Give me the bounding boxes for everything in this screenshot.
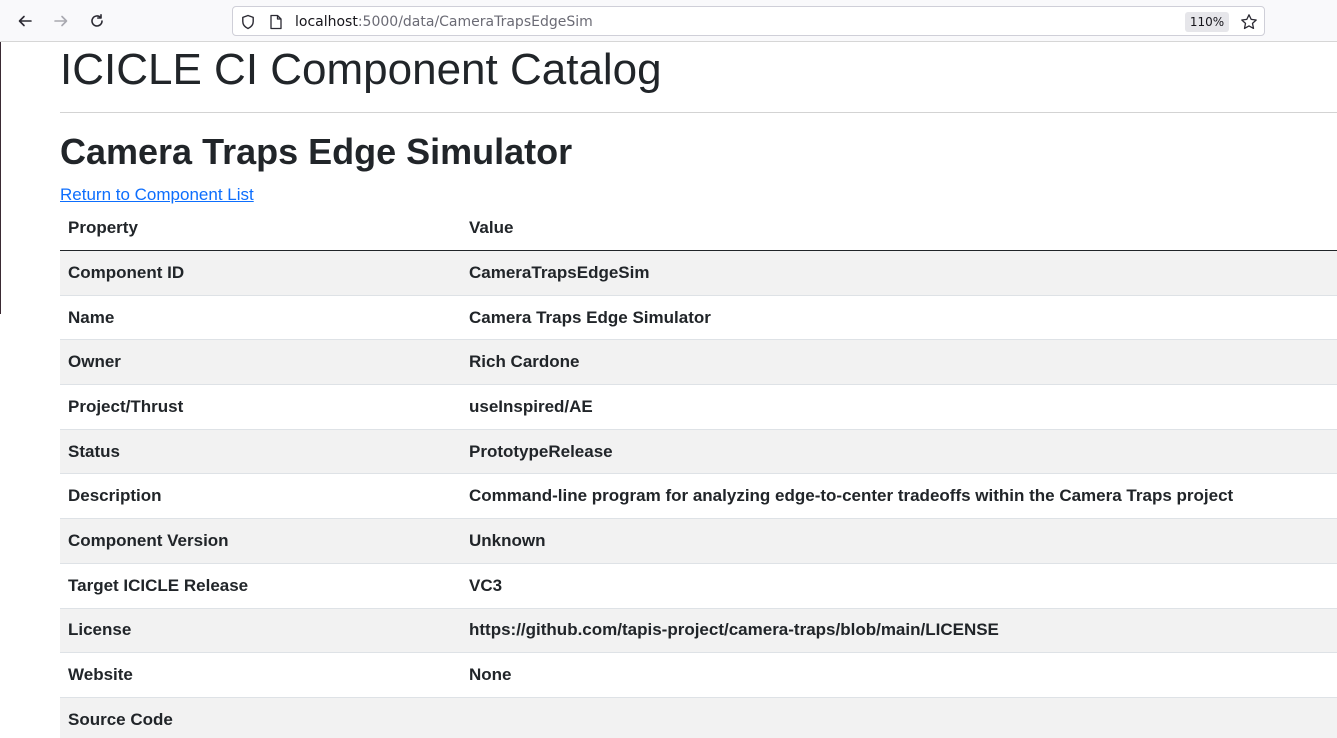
table-row: Name Camera Traps Edge Simulator: [60, 296, 1337, 341]
value-cell: VC3: [469, 575, 503, 595]
page-icon[interactable]: [267, 13, 285, 31]
property-cell: Project/Thrust: [68, 396, 184, 416]
back-button[interactable]: [12, 8, 38, 34]
page-title: ICICLE CI Component Catalog: [60, 45, 662, 94]
value-cell: PrototypeRelease: [469, 441, 613, 461]
url-text[interactable]: localhost:5000/data/CameraTrapsEdgeSim: [295, 13, 593, 31]
table-row: Component Version Unknown: [60, 519, 1337, 564]
value-cell: CameraTrapsEdgeSim: [469, 262, 650, 282]
component-title: Camera Traps Edge Simulator: [60, 131, 573, 172]
table-row: Description Command-line program for ana…: [60, 474, 1337, 520]
arrow-left-icon: [18, 15, 32, 27]
star-icon[interactable]: [1239, 12, 1259, 32]
arrow-right-icon: [54, 15, 68, 27]
table-row: Component ID CameraTrapsEdgeSim: [60, 251, 1337, 296]
table-row: Project/Thrust useInspired/AE: [60, 385, 1337, 430]
reload-button[interactable]: [84, 8, 110, 34]
value-cell: Unknown: [469, 530, 546, 550]
header-property: Property: [68, 218, 138, 237]
url-path: :5000/data/CameraTrapsEdgeSim: [357, 14, 593, 30]
value-cell: Command-line program for analyzing edge-…: [469, 486, 1234, 506]
property-cell: Description: [68, 486, 162, 506]
table-row: Owner Rich Cardone: [60, 340, 1337, 386]
forward-button[interactable]: [48, 8, 74, 34]
property-cell: Status: [68, 441, 120, 461]
component-properties-table: Property Value Component ID CameraTrapsE…: [60, 206, 1337, 738]
return-to-list-link[interactable]: Return to Component List: [60, 184, 254, 206]
value-cell: https://github.com/tapis-project/camera-…: [469, 620, 999, 640]
url-host: localhost: [295, 14, 358, 30]
property-cell: Component ID: [68, 262, 185, 282]
value-cell: None: [469, 665, 512, 685]
reload-icon: [91, 14, 103, 27]
shield-icon[interactable]: [239, 13, 257, 31]
table-row: Target ICICLE Release VC3: [60, 564, 1337, 609]
table-row: License https://github.com/tapis-project…: [60, 608, 1337, 654]
property-cell: Website: [68, 665, 133, 685]
property-cell: License: [68, 620, 132, 640]
property-cell: Source Code: [68, 709, 173, 729]
property-cell: Component Version: [68, 530, 229, 550]
value-cell: useInspired/AE: [469, 396, 593, 416]
header-value: Value: [469, 218, 514, 237]
value-cell: Rich Cardone: [469, 352, 580, 372]
browser-toolbar: localhost:5000/data/CameraTrapsEdgeSim 1…: [0, 0, 1337, 42]
zoom-level-button[interactable]: 110%: [1185, 12, 1229, 32]
table-row: Source Code: [60, 697, 1337, 738]
table-row: Status PrototypeRelease: [60, 429, 1337, 475]
address-bar[interactable]: localhost:5000/data/CameraTrapsEdgeSim 1…: [232, 6, 1265, 36]
value-cell: Camera Traps Edge Simulator: [469, 307, 711, 327]
table-header: Property Value: [60, 206, 1337, 251]
window-edge: [0, 42, 1, 314]
property-cell: Owner: [68, 352, 121, 372]
property-cell: Target ICICLE Release: [68, 575, 249, 595]
property-cell: Name: [68, 307, 115, 327]
table-row: Website None: [60, 653, 1337, 698]
divider: [60, 112, 1337, 113]
